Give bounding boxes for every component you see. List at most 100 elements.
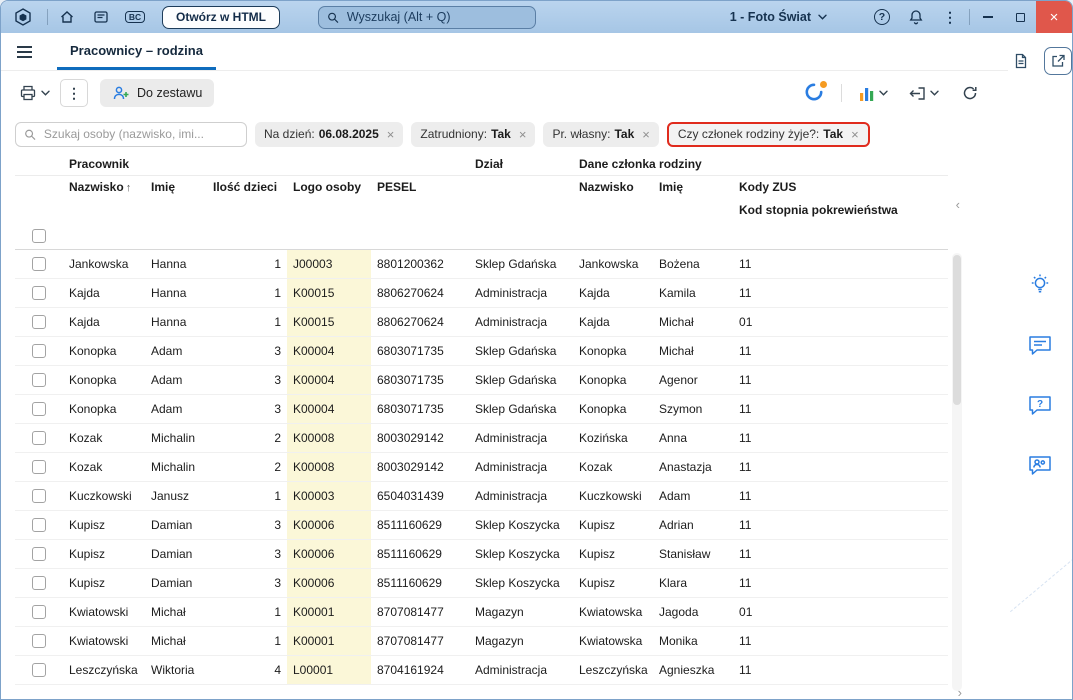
row-checkbox[interactable] [32,285,46,300]
group-header-dane-czlonka-rodziny[interactable]: Dane członka rodziny [573,153,734,176]
table-row[interactable]: Kozak Michalin 2 K00008 8003029142 Administra… [15,423,948,453]
notifications-button[interactable] [899,1,933,33]
filter-chip-na-dzien[interactable]: Na dzień: 06.08.2025 × [255,121,404,147]
person-search[interactable] [15,121,247,147]
print-button[interactable] [15,79,54,107]
titlebar-search-input[interactable] [344,9,527,25]
community-button[interactable] [1026,451,1054,479]
menu-button[interactable] [1,33,47,70]
table-row[interactable]: Konopka Adam 3 K00004 6803071735 Sklep Gdańsk… [15,365,948,395]
cell-imie: Adam [145,394,207,424]
cell-logo-osoby: K00004 [287,336,371,366]
table-row[interactable]: Jankowska Hanna 1 J00003 8801200362 Sklep Gda… [15,249,948,279]
row-checkbox[interactable] [32,575,46,590]
row-checkbox[interactable] [32,662,46,677]
table-row[interactable]: Kwiatowski Michał 1 K00001 8707081477 Magazyn… [15,597,948,627]
vertical-scrollbar[interactable] [952,253,962,691]
cell-imie: Damian [145,568,207,598]
cell-ilosc-dzieci: 1 [207,597,287,627]
chip-remove-icon[interactable]: × [851,127,859,142]
table-row[interactable]: Kupisz Damian 3 K00006 8511160629 Sklep Koszy… [15,539,948,569]
filter-chip-pr-wlasny[interactable]: Pr. własny: Tak × [543,121,659,147]
bc-button[interactable]: BC [118,1,152,33]
collapse-panel-icon[interactable]: ‹ [956,197,960,212]
company-selector[interactable]: 1 - Foto Świat [720,10,837,24]
table-row[interactable]: Konopka Adam 3 K00004 6803071735 Sklep Gdańsk… [15,336,948,366]
tab-pracownicy-rodzina[interactable]: Pracownicy – rodzina [57,33,216,70]
idea-button[interactable] [1026,271,1054,299]
col-header-rodzina-imie[interactable]: Imię [653,175,733,199]
col-header-pesel[interactable]: PESEL [371,175,469,199]
row-checkbox[interactable] [32,430,46,445]
scroll-right-icon[interactable]: › [958,686,962,699]
chip-remove-icon[interactable]: × [387,127,395,142]
refresh-button[interactable] [956,79,984,107]
toolbar-divider [841,84,842,102]
table-row[interactable]: Kupisz Damian 3 K00006 8511160629 Sklep Koszy… [15,510,948,540]
table-row[interactable]: Kajda Hanna 1 K00015 8806270624 Administracja… [15,278,948,308]
table-row[interactable]: Leszczyńska Wiktoria 4 L00001 8704161924 Admi… [15,655,948,685]
row-checkbox[interactable] [32,517,46,532]
col-header-logo-osoby[interactable]: Logo osoby [287,175,371,199]
news-button[interactable] [84,1,118,33]
app-logo-button[interactable] [1,1,45,33]
toolbar-more-button[interactable]: ⋮ [60,79,88,107]
minimize-button[interactable] [972,1,1004,33]
table-row[interactable]: Kwiatowski Michał 1 K00001 8707081477 Magazyn… [15,626,948,656]
table-row[interactable]: Kajda Hanna 1 K00015 8806270624 Administracja… [15,307,948,337]
row-checkbox[interactable] [32,459,46,474]
search-icon [25,129,36,140]
row-checkbox[interactable] [32,343,46,358]
cell-ilosc-dzieci: 2 [207,452,287,482]
person-search-input[interactable] [41,126,238,142]
filter-chip-zatrudniony[interactable]: Zatrudniony: Tak × [411,121,536,147]
cell-rodzina-imie: Monika [653,626,734,656]
table-row[interactable]: Konopka Adam 3 K00004 6803071735 Sklep Gdańsk… [15,394,948,424]
add-to-set-button[interactable]: Do zestawu [100,79,215,107]
col-header-kod-stopnia-pokrewienstwa[interactable]: Kod stopnia pokrewieństwa [733,199,948,223]
scrollbar-thumb[interactable] [953,255,961,405]
maximize-button[interactable] [1004,1,1036,33]
chip-remove-icon[interactable]: × [642,127,650,142]
row-select-cell [15,655,63,685]
table-body: Jankowska Hanna 1 J00003 8801200362 Sklep Gda… [15,249,948,685]
chart-button[interactable] [855,79,892,107]
help-button[interactable]: ? [865,1,899,33]
col-header-imie[interactable]: Imię [145,175,207,199]
notes-button[interactable] [1008,48,1034,74]
group-header-dzial[interactable]: Dział [469,153,573,176]
col-header-rodzina-nazwisko[interactable]: Nazwisko [573,175,653,199]
assistant-button[interactable] [800,79,828,107]
select-all-checkbox[interactable] [32,229,46,244]
open-in-html-button[interactable]: Otwórz w HTML [162,5,280,29]
row-checkbox[interactable] [32,633,46,648]
titlebar-more-button[interactable]: ⋮ [933,1,967,33]
group-header-pracownik[interactable]: Pracownik [63,153,469,176]
row-checkbox[interactable] [32,256,46,271]
row-checkbox[interactable] [32,401,46,416]
titlebar-search[interactable] [318,5,536,29]
row-checkbox[interactable] [32,546,46,561]
col-header-nazwisko[interactable]: Nazwisko ↑ [63,175,145,199]
export-button[interactable] [905,79,943,107]
table-row[interactable]: Kupisz Damian 3 K00006 8511160629 Sklep Koszy… [15,568,948,598]
row-checkbox[interactable] [32,488,46,503]
table-row[interactable]: Kozak Michalin 2 K00008 8003029142 Administra… [15,452,948,482]
help-chat-button[interactable]: ? [1026,391,1054,419]
cell-kod-stopnia: 11 [733,539,948,569]
home-button[interactable] [50,1,84,33]
row-checkbox[interactable] [32,372,46,387]
table-row[interactable]: Kuczkowski Janusz 1 K00003 6504031439 Adminis… [15,481,948,511]
col-header-kody-zus[interactable]: Kody ZUS [733,175,948,199]
close-button[interactable]: × [1036,1,1072,33]
cell-ilosc-dzieci: 3 [207,510,287,540]
row-checkbox[interactable] [32,314,46,329]
chip-remove-icon[interactable]: × [519,127,527,142]
cell-kod-stopnia: 11 [733,394,948,424]
cell-kod-stopnia: 11 [733,481,948,511]
feedback-button[interactable] [1026,331,1054,359]
filter-chip-czy-czlonek-rodziny-zyje[interactable]: Czy członek rodziny żyje?: Tak × [666,121,870,147]
share-button[interactable] [1044,47,1072,75]
col-header-ilosc-dzieci[interactable]: Ilość dzieci [207,175,287,199]
row-checkbox[interactable] [32,604,46,619]
